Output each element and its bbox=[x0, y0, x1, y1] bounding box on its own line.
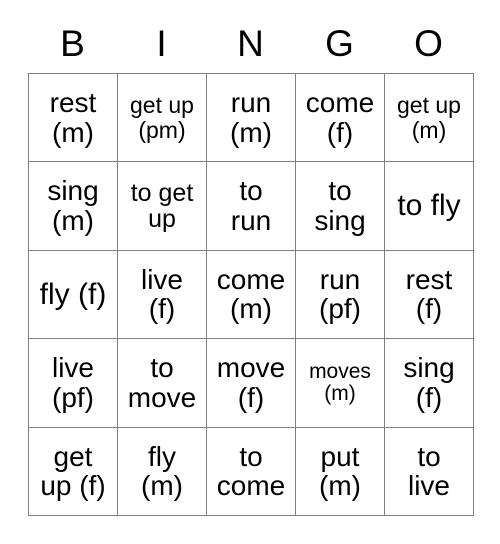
bingo-row: sing (m) to get up to run to sing to fly bbox=[29, 162, 474, 251]
bingo-cell[interactable]: to come bbox=[207, 427, 296, 516]
bingo-header-letter-g: G bbox=[325, 23, 354, 64]
bingo-row: get up (f) fly (m) to come put (m) to li… bbox=[29, 427, 474, 516]
bingo-cell[interactable]: to sing bbox=[296, 162, 385, 251]
bingo-cell[interactable]: run (m) bbox=[207, 74, 296, 163]
bingo-row: live (pf) to move move (f) moves (m) sin… bbox=[29, 339, 474, 428]
bingo-cell[interactable]: fly (m) bbox=[118, 427, 207, 516]
bingo-cell-text: put (m) bbox=[319, 440, 361, 502]
bingo-cell-text: to come bbox=[216, 440, 286, 502]
bingo-cell[interactable]: fly (f) bbox=[29, 250, 118, 340]
bingo-cell-text: move (f) bbox=[216, 352, 286, 413]
bingo-row: rest (m) get up (pm) run (m) come (f) ge… bbox=[29, 74, 474, 163]
bingo-cell[interactable]: put (m) bbox=[296, 427, 385, 516]
bingo-cell[interactable]: run (pf) bbox=[296, 250, 385, 340]
bingo-cell-text: to fly bbox=[397, 189, 461, 223]
bingo-cell[interactable]: come (f) bbox=[296, 74, 385, 163]
bingo-cell-text: to move bbox=[127, 352, 197, 413]
bingo-cell-text: fly (m) bbox=[141, 440, 183, 502]
bingo-row: fly (f) live (f) come (m) run (pf) rest … bbox=[29, 250, 474, 340]
bingo-cell-text: sing (f) bbox=[403, 352, 455, 413]
bingo-cell-text: live (f) bbox=[140, 263, 183, 325]
bingo-cell-text: get up (f) bbox=[40, 440, 106, 502]
bingo-cell-text: get up (m) bbox=[397, 92, 461, 143]
bingo-cell-text: sing (m) bbox=[47, 175, 99, 237]
bingo-cell-text: to get up bbox=[130, 178, 194, 234]
bingo-cell[interactable]: to live bbox=[385, 427, 474, 516]
bingo-header-letter-i: I bbox=[156, 23, 167, 64]
bingo-card: B I N G O rest (m) get up (pm) run (m) c… bbox=[28, 0, 474, 516]
bingo-cell-text: live (pf) bbox=[51, 352, 94, 413]
bingo-cell-text: to run bbox=[230, 175, 272, 237]
bingo-cell[interactable]: to run bbox=[207, 162, 296, 251]
bingo-cell[interactable]: sing (m) bbox=[29, 162, 118, 251]
bingo-cell-text: to live bbox=[407, 440, 450, 502]
bingo-cell[interactable]: to fly bbox=[385, 162, 474, 251]
bingo-header-row: B I N G O bbox=[28, 0, 473, 73]
bingo-cell-text: run (m) bbox=[230, 87, 272, 148]
bingo-cell[interactable]: get up (f) bbox=[29, 427, 118, 516]
bingo-header-letter-b: B bbox=[60, 23, 85, 64]
bingo-header-letter-n: N bbox=[237, 23, 264, 64]
bingo-grid: rest (m) get up (pm) run (m) come (f) ge… bbox=[28, 73, 474, 516]
bingo-cell[interactable]: to get up bbox=[118, 162, 207, 251]
bingo-cell-text: come (m) bbox=[216, 263, 286, 325]
bingo-cell-text: run (pf) bbox=[319, 263, 361, 325]
bingo-cell[interactable]: live (pf) bbox=[29, 339, 118, 428]
bingo-cell[interactable]: moves (m) bbox=[296, 339, 385, 428]
bingo-cell[interactable]: rest (m) bbox=[29, 74, 118, 163]
bingo-cell[interactable]: to move bbox=[118, 339, 207, 428]
bingo-cell-text: rest (m) bbox=[49, 87, 97, 148]
bingo-cell-text: to sing bbox=[314, 175, 366, 237]
bingo-cell-text: get up (pm) bbox=[130, 92, 194, 143]
bingo-cell-text: fly (f) bbox=[39, 277, 107, 311]
bingo-cell[interactable]: rest (f) bbox=[385, 250, 474, 340]
bingo-cell-text: rest (f) bbox=[405, 263, 453, 325]
bingo-cell[interactable]: sing (f) bbox=[385, 339, 474, 428]
bingo-cell-text: moves (m) bbox=[309, 359, 371, 405]
bingo-cell-text: come (f) bbox=[305, 87, 375, 148]
bingo-cell[interactable]: get up (m) bbox=[385, 74, 474, 163]
bingo-cell[interactable]: move (f) bbox=[207, 339, 296, 428]
bingo-cell[interactable]: get up (pm) bbox=[118, 74, 207, 163]
bingo-header-letter-o: O bbox=[414, 23, 443, 64]
bingo-cell[interactable]: live (f) bbox=[118, 250, 207, 340]
bingo-cell[interactable]: come (m) bbox=[207, 250, 296, 340]
